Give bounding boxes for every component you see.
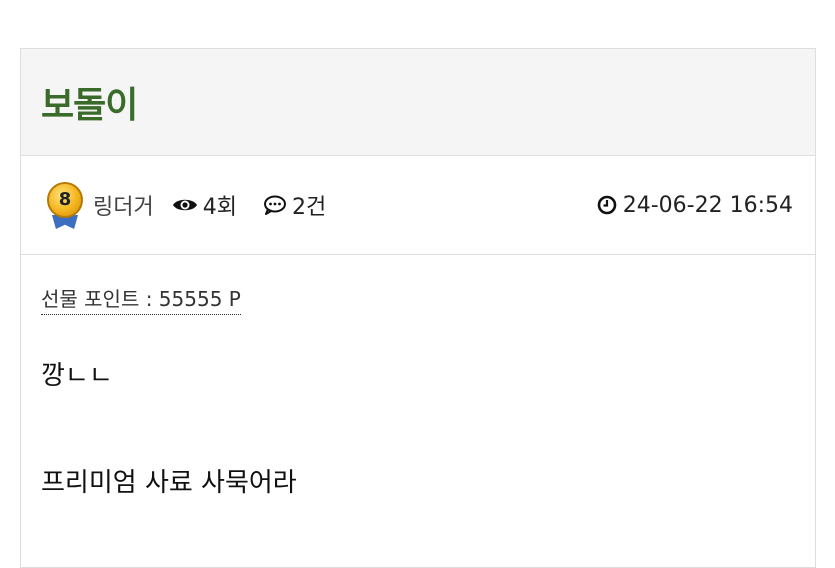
clock-icon — [597, 195, 617, 215]
post-body-line: 프리미엄 사료 사묵어라 — [41, 468, 297, 498]
eye-icon — [172, 199, 197, 211]
post-header: 보돌이 — [21, 49, 815, 156]
post-title: 보돌이 — [41, 85, 138, 126]
post-meta-left: 8 링더거 4회 2건 — [41, 180, 597, 230]
post-date-group: 24-06-22 16:54 — [597, 193, 793, 218]
post-date: 24-06-22 16:54 — [622, 192, 793, 218]
comment-icon — [263, 195, 286, 215]
level-badge-icon: 8 — [41, 180, 89, 230]
post-meta-bar: 8 링더거 4회 2건 24-06-22 16:54 — [21, 156, 815, 255]
level-number: 8 — [58, 189, 72, 210]
author-name[interactable]: 링더거 — [93, 189, 154, 221]
post-panel: 보돌이 8 링더거 4회 2건 24-06-22 16:54 선물 포인트: … — [20, 48, 816, 568]
view-count: 4회 — [172, 189, 237, 221]
badge-coin: 8 — [47, 182, 83, 218]
post-body-line: 깡ㄴㄴ — [41, 361, 113, 391]
view-count-text: 4회 — [202, 195, 237, 220]
post-content: 선물 포인트 : 55555 P 깡ㄴㄴ 프리미엄 사료 사묵어라 — [21, 255, 815, 499]
gift-points: 선물 포인트 : 55555 P — [41, 283, 241, 315]
comment-count-text: 2건 — [291, 195, 327, 220]
comment-count: 2건 — [263, 189, 326, 221]
